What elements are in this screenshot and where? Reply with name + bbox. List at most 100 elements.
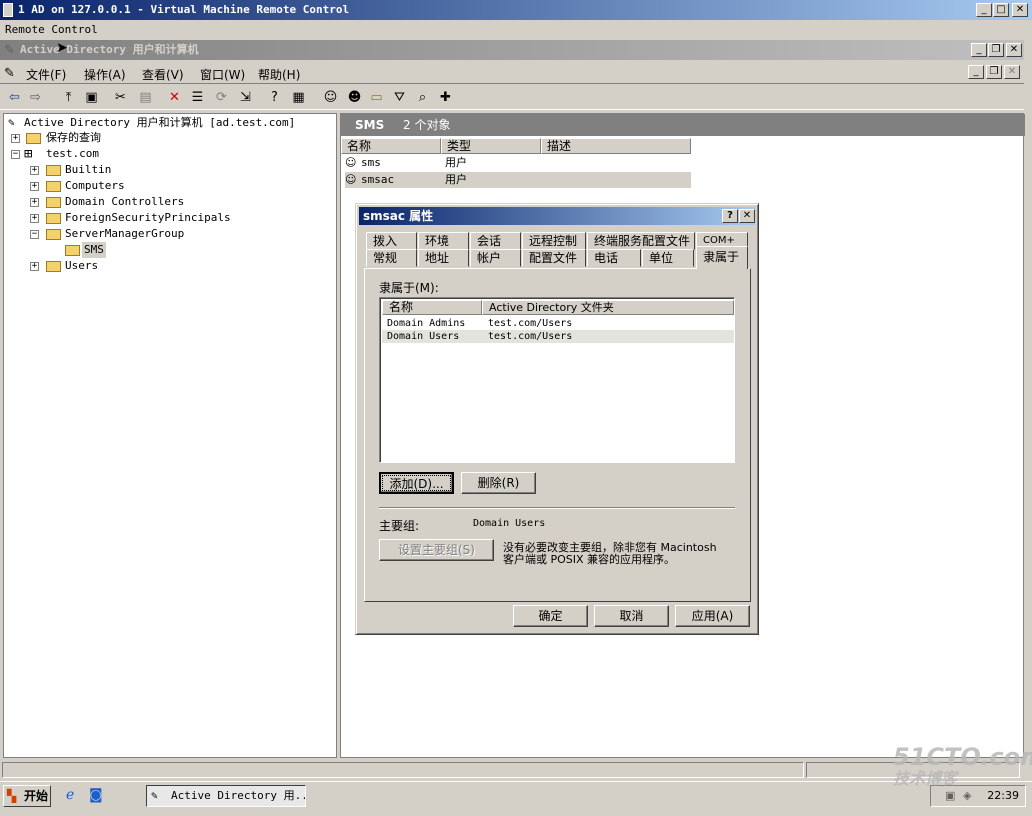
expand-domain-controllers[interactable]: + bbox=[30, 198, 39, 207]
explorer-icon[interactable]: ◙ bbox=[89, 787, 103, 803]
mmc-console-icon[interactable]: ▦ bbox=[290, 89, 307, 106]
builtin-label: Builtin bbox=[65, 163, 112, 176]
tree-domain[interactable]: test.com bbox=[46, 146, 99, 162]
ie-icon[interactable]: ℯ bbox=[66, 787, 74, 803]
help-icon[interactable]: ? bbox=[266, 89, 283, 106]
tree-computers[interactable]: Computers bbox=[65, 178, 125, 194]
paste-icon[interactable]: ▤ bbox=[137, 89, 154, 106]
computers-label: Computers bbox=[65, 179, 125, 192]
cut-icon[interactable]: ✂ bbox=[112, 89, 129, 106]
vm-minimize-button[interactable]: _ bbox=[976, 3, 992, 17]
tab-general[interactable]: 常规 bbox=[366, 249, 417, 267]
list-item[interactable]: ☺ smsac 用户 bbox=[345, 172, 691, 188]
group-folder: test.com/Users bbox=[488, 318, 573, 329]
tab-telephones[interactable]: 电话 bbox=[587, 249, 641, 267]
delete-icon[interactable]: ✕ bbox=[166, 89, 183, 106]
set-primary-group-button[interactable]: 设置主要组(S) bbox=[379, 539, 494, 561]
back-icon[interactable]: ⇦ bbox=[6, 89, 23, 106]
tree-foreign-security-principals[interactable]: ForeignSecurityPrincipals bbox=[65, 210, 231, 226]
ad-task-icon: ✎ bbox=[151, 789, 158, 802]
tree-sms[interactable]: SMS bbox=[82, 242, 106, 258]
dialog-help-button[interactable]: ? bbox=[722, 209, 738, 223]
ad-root-icon: ✎ bbox=[8, 116, 15, 129]
column-type[interactable]: 类型 bbox=[441, 138, 541, 154]
tree-domain-controllers[interactable]: Domain Controllers bbox=[65, 194, 184, 210]
tree-server-manager-group[interactable]: ServerManagerGroup bbox=[65, 226, 184, 242]
users-label: Users bbox=[65, 259, 99, 272]
add-button[interactable]: 添加(D)... bbox=[379, 472, 454, 494]
start-label: 开始 bbox=[24, 789, 49, 803]
refresh-icon[interactable]: ⟳ bbox=[213, 89, 230, 106]
start-button[interactable]: ▚ 开始 bbox=[3, 785, 51, 807]
show-hide-tree-icon[interactable]: ▣ bbox=[83, 89, 100, 106]
list-item[interactable]: ☺ sms 用户 bbox=[345, 155, 691, 171]
expand-computers[interactable]: + bbox=[30, 182, 39, 191]
filter-icon[interactable]: ⛛ bbox=[391, 89, 408, 106]
ad-folder-column[interactable]: Active Directory 文件夹 bbox=[482, 300, 734, 315]
group-row[interactable]: Domain Admins test.com/Users bbox=[382, 317, 734, 330]
vm-menu-bar: Remote Control bbox=[0, 20, 1032, 39]
tree-builtin[interactable]: Builtin bbox=[65, 162, 111, 178]
console-icon: ✎ bbox=[4, 66, 15, 81]
expand-saved-queries[interactable]: + bbox=[11, 134, 20, 143]
group-name-column[interactable]: 名称 bbox=[382, 300, 482, 315]
properties-icon[interactable]: ☰ bbox=[189, 89, 206, 106]
tab-organization[interactable]: 单位 bbox=[642, 249, 694, 267]
tree-saved-queries[interactable]: 保存的查询 bbox=[46, 130, 101, 146]
mmc-minimize-button[interactable]: _ bbox=[971, 43, 987, 57]
new-group-icon[interactable]: ☻ bbox=[346, 89, 363, 106]
tab-account[interactable]: 帐户 bbox=[470, 249, 521, 267]
apply-button[interactable]: 应用(A) bbox=[675, 605, 750, 627]
forward-icon[interactable]: ⇨ bbox=[27, 89, 44, 106]
vm-maximize-button[interactable]: □ bbox=[993, 3, 1009, 17]
dialog-close-button[interactable]: ✕ bbox=[739, 209, 755, 223]
find-icon[interactable]: ⌕ bbox=[414, 89, 431, 106]
tree-users[interactable]: Users bbox=[65, 258, 98, 274]
tree-root[interactable]: ✎ Active Directory 用户和计算机 [ad.test.com] bbox=[8, 115, 295, 131]
tab-profile[interactable]: 配置文件 bbox=[522, 249, 586, 267]
primary-group-label: 主要组: bbox=[379, 519, 420, 533]
tab-member-of[interactable]: 隶属于 bbox=[696, 246, 748, 269]
tab-remote-control[interactable]: 远程控制 bbox=[522, 232, 586, 250]
menu-view[interactable]: 查看(V) bbox=[142, 66, 184, 83]
windows-logo-icon: ▚ bbox=[7, 789, 17, 803]
menu-window[interactable]: 窗口(W) bbox=[200, 66, 245, 83]
object-count: 2 个对象 bbox=[403, 118, 451, 132]
add-to-group-icon[interactable]: ✚ bbox=[437, 89, 454, 106]
expand-foreign-security[interactable]: + bbox=[30, 214, 39, 223]
new-ou-icon[interactable]: ▭ bbox=[368, 89, 385, 106]
child-minimize-button[interactable]: _ bbox=[968, 65, 984, 79]
mmc-title: Active Directory 用户和计算机 bbox=[20, 43, 199, 56]
vm-close-button[interactable]: ✕ bbox=[1012, 3, 1028, 17]
export-list-icon[interactable]: ⇲ bbox=[237, 89, 254, 106]
menu-action[interactable]: 操作(A) bbox=[84, 66, 126, 83]
tab-environment[interactable]: 环境 bbox=[418, 232, 469, 250]
member-of-list[interactable]: 名称 Active Directory 文件夹 Domain Admins te… bbox=[379, 297, 735, 463]
remove-button[interactable]: 删除(R) bbox=[461, 472, 536, 494]
mmc-restore-button[interactable]: ❐ bbox=[988, 43, 1004, 57]
tab-sessions[interactable]: 会话 bbox=[470, 232, 521, 250]
taskbar-item-ad[interactable]: ✎ Active Directory 用... bbox=[146, 785, 306, 807]
child-close-button[interactable]: ✕ bbox=[1004, 65, 1020, 79]
remote-control-menu[interactable]: Remote Control bbox=[5, 23, 98, 36]
child-restore-button[interactable]: ❐ bbox=[986, 65, 1002, 79]
column-name[interactable]: 名称 bbox=[341, 138, 441, 154]
menu-help[interactable]: 帮助(H) bbox=[258, 66, 300, 83]
tab-terminal-services[interactable]: 终端服务配置文件 bbox=[587, 232, 695, 250]
dialog-title-bar: smsac 属性 bbox=[359, 207, 755, 225]
menu-file[interactable]: 文件(F) bbox=[26, 66, 66, 83]
new-user-icon[interactable]: ☺ bbox=[322, 89, 339, 106]
expand-users[interactable]: + bbox=[30, 262, 39, 271]
column-description[interactable]: 描述 bbox=[541, 138, 691, 154]
ok-button[interactable]: 确定 bbox=[513, 605, 588, 627]
collapse-server-manager-group[interactable]: − bbox=[30, 230, 39, 239]
foreign-security-label: ForeignSecurityPrincipals bbox=[65, 211, 231, 224]
up-folder-icon[interactable]: ⤒ bbox=[60, 89, 77, 106]
tab-address[interactable]: 地址 bbox=[418, 249, 469, 267]
collapse-domain[interactable]: − bbox=[11, 150, 20, 159]
group-row[interactable]: Domain Users test.com/Users bbox=[382, 330, 734, 343]
mmc-close-button[interactable]: ✕ bbox=[1006, 43, 1022, 57]
tab-dial-in[interactable]: 拨入 bbox=[366, 232, 417, 250]
cancel-button[interactable]: 取消 bbox=[594, 605, 669, 627]
expand-builtin[interactable]: + bbox=[30, 166, 39, 175]
